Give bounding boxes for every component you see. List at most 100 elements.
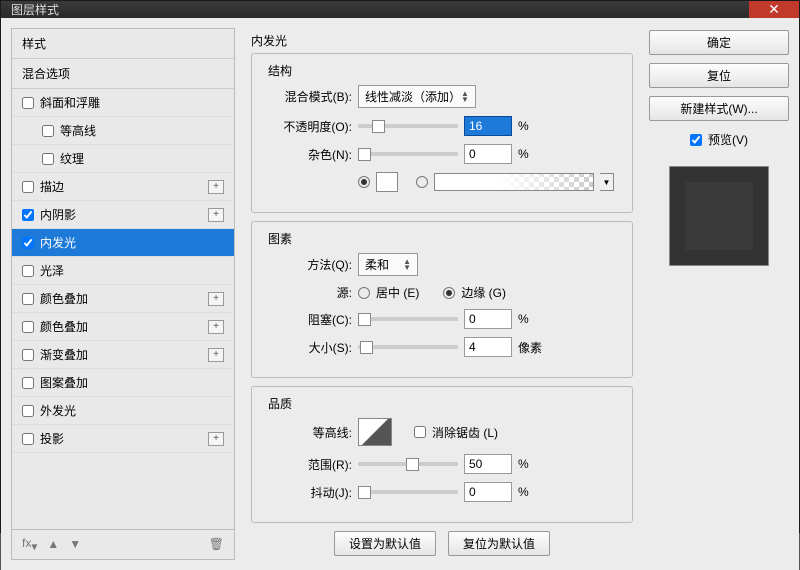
checkbox-inner-glow[interactable] [22,237,34,249]
noise-slider[interactable] [358,152,458,156]
sidebar-item-inner-glow[interactable]: 内发光 [12,229,234,257]
sidebar-item-satin[interactable]: 光泽 [12,257,234,285]
gradient-dropdown-icon[interactable]: ▼ [600,173,614,191]
checkbox-color-overlay-2[interactable] [22,321,34,333]
checkbox-bevel[interactable] [22,97,34,109]
preview-swatch [669,166,769,266]
elements-group: 图素 方法(Q): 柔和 ▲▼ 源: 居中 (E) 边缘 (G) [251,221,633,378]
sidebar-blending-options[interactable]: 混合选项 [12,59,234,89]
main-panel: 内发光 结构 混合模式(B): 线性减淡（添加） ▲▼ 不透明度(O): 16 … [243,28,641,560]
preview-checkbox[interactable] [690,134,702,146]
color-radio[interactable] [358,176,370,188]
window-title: 图层样式 [11,1,59,18]
window-controls: ✕ [749,1,799,18]
sidebar-header: 样式 [12,29,234,59]
checkbox-stroke[interactable] [22,181,34,193]
blend-mode-select[interactable]: 线性减淡（添加） ▲▼ [358,85,476,108]
add-gradient-overlay-button[interactable]: + [208,348,224,362]
contour-picker[interactable] [358,418,392,446]
checkbox-satin[interactable] [22,265,34,277]
close-button[interactable]: ✕ [749,1,799,18]
move-up-icon[interactable]: ▲ [47,537,59,551]
technique-label: 方法(Q): [264,256,352,273]
checkbox-texture[interactable] [42,153,54,165]
jitter-input[interactable]: 0 [464,482,512,502]
sidebar-item-contour[interactable]: 等高线 [12,117,234,145]
opacity-label: 不透明度(O): [264,118,352,135]
blend-mode-label: 混合模式(B): [264,88,352,105]
size-slider[interactable] [358,345,458,349]
size-label: 大小(S): [264,339,352,356]
range-input[interactable]: 50 [464,454,512,474]
add-color-overlay-1-button[interactable]: + [208,292,224,306]
source-label: 源: [264,284,352,301]
sidebar-item-color-overlay-2[interactable]: 颜色叠加 + [12,313,234,341]
choke-unit: % [518,312,548,326]
source-center-label: 居中 (E) [376,284,419,301]
add-color-overlay-2-button[interactable]: + [208,320,224,334]
sidebar-item-texture[interactable]: 纹理 [12,145,234,173]
range-slider[interactable] [358,462,458,466]
jitter-slider[interactable] [358,490,458,494]
technique-select[interactable]: 柔和 ▲▼ [358,253,418,276]
antialias-checkbox[interactable] [414,426,426,438]
layer-style-dialog: 图层样式 ✕ 样式 混合选项 斜面和浮雕 等高线 纹理 描边 + 内阴影 + [0,0,800,533]
checkbox-color-overlay-1[interactable] [22,293,34,305]
quality-group: 品质 等高线: 消除锯齿 (L) 范围(R): 50 % 抖动(J): [251,386,633,523]
panel-title: 内发光 [251,32,633,49]
source-edge-radio[interactable] [443,287,455,299]
gradient-preview[interactable] [434,173,594,191]
set-default-button[interactable]: 设置为默认值 [334,531,436,556]
choke-slider[interactable] [358,317,458,321]
move-down-icon[interactable]: ▼ [69,537,81,551]
select-arrow-icon: ▲▼ [461,91,469,103]
opacity-slider[interactable] [358,124,458,128]
add-inner-shadow-button[interactable]: + [208,208,224,222]
sidebar-item-drop-shadow[interactable]: 投影 + [12,425,234,453]
sidebar-footer: fx▾ ▲ ▼ 🗑 [12,529,234,559]
checkbox-outer-glow[interactable] [22,405,34,417]
select-arrow-icon: ▲▼ [403,259,411,271]
new-style-button[interactable]: 新建样式(W)... [649,96,789,121]
choke-input[interactable]: 0 [464,309,512,329]
trash-icon[interactable]: 🗑 [209,537,224,551]
add-stroke-button[interactable]: + [208,180,224,194]
source-edge-label: 边缘 (G) [461,284,506,301]
ok-button[interactable]: 确定 [649,30,789,55]
checkbox-inner-shadow[interactable] [22,209,34,221]
noise-unit: % [518,147,548,161]
opacity-input[interactable]: 16 [464,116,512,136]
defaults-row: 设置为默认值 复位为默认值 [251,531,633,556]
choke-label: 阻塞(C): [264,311,352,328]
fx-icon[interactable]: fx▾ [22,536,37,553]
sidebar-item-gradient-overlay[interactable]: 渐变叠加 + [12,341,234,369]
size-input[interactable]: 4 [464,337,512,357]
sidebar-item-bevel[interactable]: 斜面和浮雕 [12,89,234,117]
noise-input[interactable]: 0 [464,144,512,164]
add-drop-shadow-button[interactable]: + [208,432,224,446]
cancel-button[interactable]: 复位 [649,63,789,88]
noise-label: 杂色(N): [264,146,352,163]
structure-group: 结构 混合模式(B): 线性减淡（添加） ▲▼ 不透明度(O): 16 % 杂色… [251,53,633,213]
jitter-unit: % [518,485,548,499]
sidebar-item-color-overlay-1[interactable]: 颜色叠加 + [12,285,234,313]
checkbox-pattern-overlay[interactable] [22,377,34,389]
reset-default-button[interactable]: 复位为默认值 [448,531,550,556]
color-swatch[interactable] [376,172,398,192]
sidebar-item-pattern-overlay[interactable]: 图案叠加 [12,369,234,397]
styles-sidebar: 样式 混合选项 斜面和浮雕 等高线 纹理 描边 + 内阴影 + 内发光 [11,28,235,560]
sidebar-item-stroke[interactable]: 描边 + [12,173,234,201]
structure-legend: 结构 [264,62,296,79]
checkbox-gradient-overlay[interactable] [22,349,34,361]
range-unit: % [518,457,548,471]
checkbox-drop-shadow[interactable] [22,433,34,445]
checkbox-contour[interactable] [42,125,54,137]
sidebar-item-outer-glow[interactable]: 外发光 [12,397,234,425]
gradient-radio[interactable] [416,176,428,188]
source-center-radio[interactable] [358,287,370,299]
size-unit: 像素 [518,339,548,356]
titlebar: 图层样式 ✕ [1,1,799,18]
quality-legend: 品质 [264,395,296,412]
sidebar-item-inner-shadow[interactable]: 内阴影 + [12,201,234,229]
jitter-label: 抖动(J): [264,484,352,501]
